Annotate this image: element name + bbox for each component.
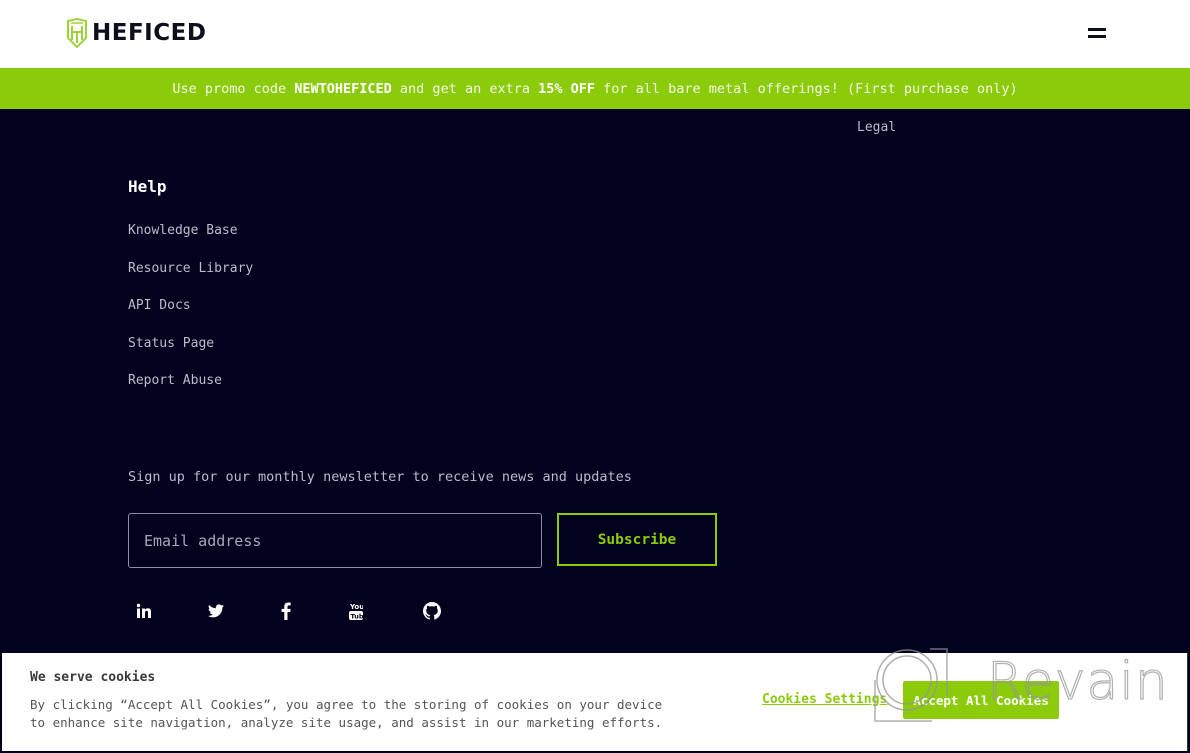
brand-name: HEFICED	[92, 20, 207, 46]
promo-prefix: Use promo code	[172, 80, 295, 97]
help-item: Report Abuse	[128, 369, 253, 407]
social-links: You Tube	[134, 601, 494, 621]
site-header: HEFICED	[0, 0, 1190, 68]
promo-code: NEWTOHEFICED	[294, 80, 392, 97]
help-item: API Docs	[128, 294, 253, 332]
help-link-api-docs[interactable]: API Docs	[128, 298, 191, 313]
github-icon[interactable]	[422, 601, 442, 621]
menu-line	[1088, 35, 1106, 38]
cookies-settings-link[interactable]: Cookies Settings	[762, 692, 887, 707]
subscribe-button[interactable]: Subscribe	[557, 513, 717, 566]
footer-link-legal[interactable]: Legal	[857, 120, 896, 135]
promo-middle: and get an extra	[391, 80, 539, 97]
help-link-status-page[interactable]: Status Page	[128, 336, 214, 351]
svg-text:You: You	[349, 603, 363, 611]
promo-suffix: for all bare metal offerings! (First pur…	[595, 80, 1018, 97]
newsletter-description: Sign up for our monthly newsletter to re…	[128, 469, 632, 485]
promo-banner: Use promo code NEWTOHEFICED and get an e…	[0, 68, 1190, 109]
cookie-banner-title: We serve cookies	[30, 670, 156, 685]
site-footer: Legal Help Knowledge Base Resource Libra…	[0, 109, 1190, 653]
promo-discount: 15% OFF	[538, 80, 596, 97]
accept-all-cookies-button[interactable]: Accept All Cookies	[903, 681, 1059, 719]
help-item: Knowledge Base	[128, 219, 253, 257]
menu-line	[1088, 28, 1106, 31]
newsletter-email-input[interactable]	[128, 513, 542, 568]
help-link-resource-library[interactable]: Resource Library	[128, 261, 253, 276]
heficed-shield-icon	[67, 18, 87, 48]
linkedin-icon[interactable]	[134, 601, 154, 621]
hamburger-menu-icon[interactable]	[1086, 26, 1108, 42]
brand-logo[interactable]: HEFICED	[66, 18, 206, 48]
help-link-knowledge-base[interactable]: Knowledge Base	[128, 223, 238, 238]
twitter-icon[interactable]	[206, 601, 226, 621]
svg-text:Tube: Tube	[351, 613, 364, 621]
youtube-icon[interactable]: You Tube	[346, 601, 366, 621]
cookie-banner: We serve cookies By clicking “Accept All…	[2, 653, 1188, 751]
facebook-icon[interactable]	[276, 601, 296, 621]
help-section-title: Help	[128, 177, 167, 196]
help-link-report-abuse[interactable]: Report Abuse	[128, 373, 222, 388]
cookie-banner-text: By clicking “Accept All Cookies”, you ag…	[30, 697, 663, 730]
help-links: Knowledge Base Resource Library API Docs…	[128, 219, 253, 407]
help-item: Resource Library	[128, 257, 253, 295]
help-item: Status Page	[128, 332, 253, 370]
